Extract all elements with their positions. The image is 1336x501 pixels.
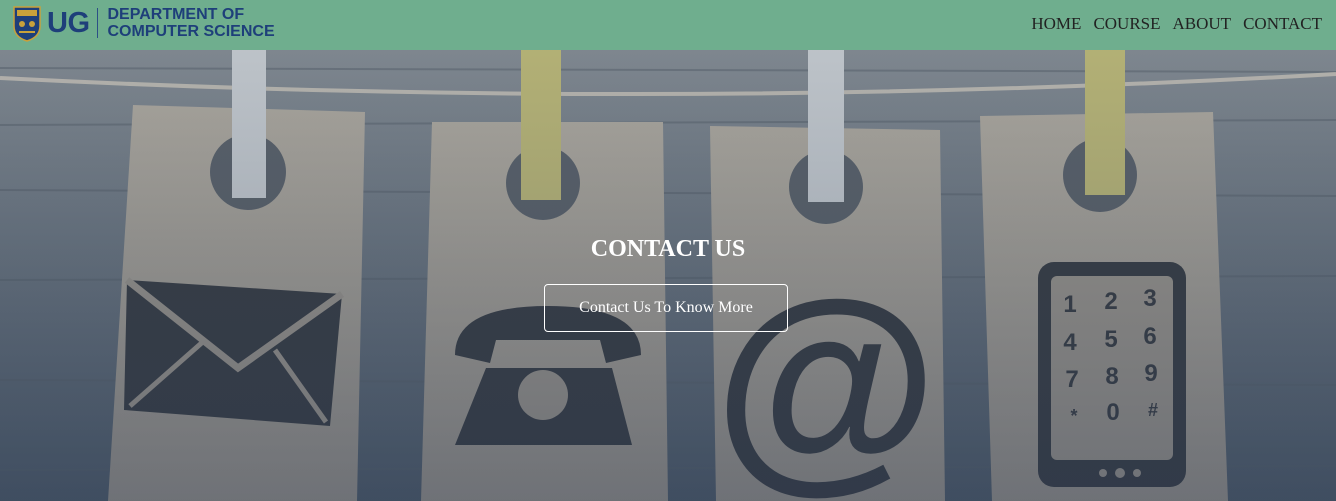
- hero-background-image: @ 1 2 3 4 5 6 7 8 9 *: [0, 50, 1336, 501]
- department-line-1: DEPARTMENT OF: [107, 6, 245, 23]
- hero-title: CONTACT US: [590, 236, 746, 262]
- contact-cta-button[interactable]: Contact Us To Know More: [544, 284, 788, 332]
- brand-logo[interactable]: UG DEPARTMENT OF COMPUTER SCIENCE: [11, 3, 275, 43]
- nav-home[interactable]: HOME: [1031, 14, 1081, 34]
- nav-contact[interactable]: CONTACT: [1243, 14, 1322, 34]
- hero-section: @ 1 2 3 4 5 6 7 8 9 *: [0, 50, 1336, 501]
- department-name: DEPARTMENT OF COMPUTER SCIENCE: [108, 6, 275, 40]
- brand-abbrev: UG: [47, 6, 90, 39]
- navbar: UG DEPARTMENT OF COMPUTER SCIENCE HOME C…: [0, 0, 1336, 50]
- nav-course[interactable]: COURSE: [1093, 14, 1160, 34]
- university-crest-icon: [13, 6, 41, 42]
- main-nav: HOME COURSE ABOUT CONTACT: [1031, 14, 1322, 34]
- logo-divider: [96, 8, 98, 38]
- nav-about[interactable]: ABOUT: [1173, 14, 1232, 34]
- department-line-2: COMPUTER SCIENCE: [107, 23, 275, 40]
